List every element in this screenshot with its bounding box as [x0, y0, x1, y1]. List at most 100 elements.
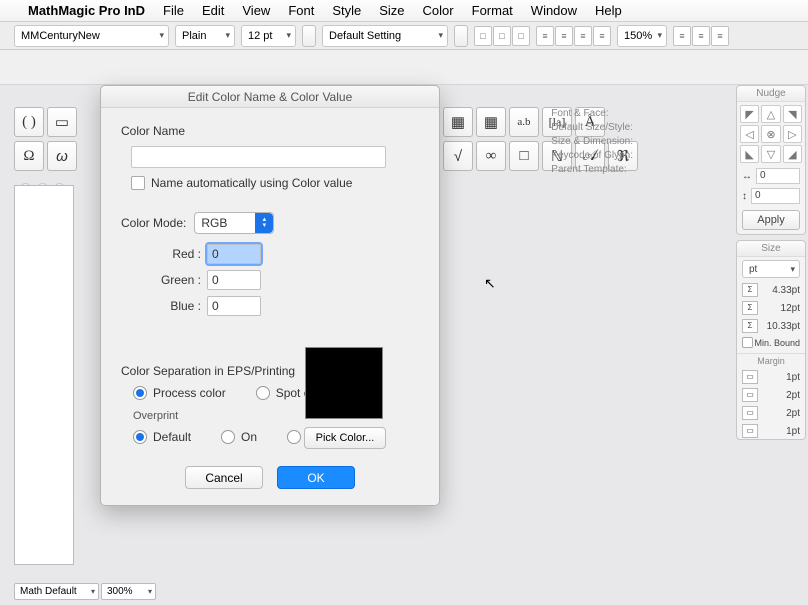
tmpl-omega-cap[interactable]: Ω	[14, 141, 44, 171]
setting-select[interactable]: Default Setting	[322, 25, 448, 47]
dialog-title: Edit Color Name & Color Value	[101, 86, 439, 108]
zoom-select[interactable]: 150%	[617, 25, 667, 47]
margin-icon: ▭	[742, 370, 758, 384]
blue-field[interactable]: 0	[207, 296, 261, 316]
menu-help[interactable]: Help	[595, 3, 622, 18]
tb-icon[interactable]: ≡	[536, 26, 554, 46]
size-unit-select[interactable]: pt	[742, 260, 800, 278]
size-panel: Size pt Σ4.33pt Σ12pt Σ10.33pt Min. Boun…	[736, 240, 806, 440]
status-zoom-select[interactable]: 300%	[101, 583, 156, 600]
margin-icon: ▭	[742, 424, 758, 438]
tb-icon[interactable]: ≡	[555, 26, 573, 46]
overprint-off-radio[interactable]	[287, 430, 301, 444]
auto-name-checkbox[interactable]	[131, 176, 145, 190]
menu-file[interactable]: File	[163, 3, 184, 18]
ok-button[interactable]: OK	[277, 466, 355, 489]
equation-canvas[interactable]	[14, 185, 74, 565]
harrow-icon: ↔	[742, 171, 752, 182]
tb-icon[interactable]: ≡	[711, 26, 729, 46]
nudge-title: Nudge	[737, 86, 805, 102]
tb-icon[interactable]: ≡	[673, 26, 691, 46]
nudge-center[interactable]: ⊗	[761, 125, 780, 143]
overprint-on-radio[interactable]	[221, 430, 235, 444]
nudge-nw[interactable]: ◤	[740, 105, 759, 123]
strip	[0, 50, 808, 85]
menu-window[interactable]: Window	[531, 3, 577, 18]
nudge-h-field[interactable]: 0	[756, 168, 800, 184]
setting-stepper[interactable]	[454, 25, 468, 47]
tb-icon[interactable]: □	[493, 26, 511, 46]
size-row-icon: Σ	[742, 319, 758, 333]
tb-icon[interactable]: ≡	[574, 26, 592, 46]
tmpl-vec[interactable]: √	[443, 141, 473, 171]
margin-val2: 2pt	[786, 390, 800, 401]
red-field[interactable]: 0	[207, 244, 261, 264]
toolbar-icons-1: □ □ □	[474, 26, 530, 46]
green-field[interactable]: 0	[207, 270, 261, 290]
tmpl-ab[interactable]: a.b	[509, 107, 539, 137]
color-name-field[interactable]	[131, 146, 386, 168]
font-select[interactable]: MMCenturyNew	[14, 25, 169, 47]
menu-edit[interactable]: Edit	[202, 3, 224, 18]
tmpl-paren[interactable]: ( )	[14, 107, 44, 137]
size-row-icon: Σ	[742, 301, 758, 315]
tb-icon[interactable]: ≡	[692, 26, 710, 46]
nudge-ne[interactable]: ◥	[783, 105, 802, 123]
color-mode-label: Color Mode:	[121, 216, 186, 230]
menu-font[interactable]: Font	[288, 3, 314, 18]
process-color-label: Process color	[153, 386, 226, 400]
nudge-n[interactable]: △	[761, 105, 780, 123]
app-menu[interactable]: MathMagic Pro InD	[28, 3, 145, 18]
tmpl-frac[interactable]: ▭	[47, 107, 77, 137]
blue-label: Blue :	[131, 299, 201, 313]
nudge-v-field[interactable]: 0	[751, 188, 800, 204]
tmpl-box[interactable]: □	[509, 141, 539, 171]
status-bar: Math Default 300%	[14, 583, 156, 600]
toolbar-icons-2: ≡ ≡ ≡ ≡	[536, 26, 611, 46]
info-dim: Size & Dimension:	[551, 135, 633, 149]
nudge-s[interactable]: ▽	[761, 145, 780, 163]
info-font: Font & Face:	[551, 107, 633, 121]
nudge-panel: Nudge ◤ △ ◥ ◁ ⊗ ▷ ◣ ▽ ◢ ↔0 ↕0 Apply	[736, 85, 806, 235]
size-val1: 4.33pt	[772, 285, 800, 296]
menu-size[interactable]: Size	[379, 3, 404, 18]
spot-color-radio[interactable]	[256, 386, 270, 400]
nudge-sw[interactable]: ◣	[740, 145, 759, 163]
size-val3: 10.33pt	[767, 321, 800, 332]
tmpl-grid2[interactable]: ▦	[476, 107, 506, 137]
overprint-default-radio[interactable]	[133, 430, 147, 444]
tb-icon[interactable]: □	[512, 26, 530, 46]
overprint-default-label: Default	[153, 430, 191, 444]
info-keycode: Keycode of Glyph:	[551, 149, 633, 163]
margin-header: Margin	[737, 353, 805, 368]
size-stepper[interactable]	[302, 25, 316, 47]
menu-format[interactable]: Format	[472, 3, 513, 18]
nudge-se[interactable]: ◢	[783, 145, 802, 163]
tmpl-omega[interactable]: ω	[47, 141, 77, 171]
minbound-checkbox[interactable]	[742, 337, 753, 348]
nudge-w[interactable]: ◁	[740, 125, 759, 143]
margin-val1: 1pt	[786, 372, 800, 383]
status-style-select[interactable]: Math Default	[14, 583, 99, 600]
pick-color-button[interactable]: Pick Color...	[304, 427, 386, 449]
menu-style[interactable]: Style	[332, 3, 361, 18]
info-parent: Parent Template:	[551, 163, 633, 177]
nudge-e[interactable]: ▷	[783, 125, 802, 143]
tmpl-grid[interactable]: ▦	[443, 107, 473, 137]
toolbar: MMCenturyNew Plain 12 pt Default Setting…	[0, 22, 808, 50]
tb-icon[interactable]: ≡	[593, 26, 611, 46]
style-select[interactable]: Plain	[175, 25, 235, 47]
nudge-apply-button[interactable]: Apply	[742, 210, 800, 230]
color-name-header: Color Name	[121, 124, 419, 138]
tmpl-infty[interactable]: ∞	[476, 141, 506, 171]
size-select[interactable]: 12 pt	[241, 25, 296, 47]
workspace: ( ) ▭ ▦ ▦ a.b [la] Å Ω ω √ ∞ □ ℕ 𝒜 ℜ Fon…	[0, 85, 808, 605]
margin-val3: 2pt	[786, 408, 800, 419]
process-color-radio[interactable]	[133, 386, 147, 400]
color-mode-select[interactable]: RGB	[194, 212, 274, 234]
size-val2: 12pt	[781, 303, 800, 314]
menu-view[interactable]: View	[242, 3, 270, 18]
menu-color[interactable]: Color	[423, 3, 454, 18]
cancel-button[interactable]: Cancel	[185, 466, 263, 489]
tb-icon[interactable]: □	[474, 26, 492, 46]
